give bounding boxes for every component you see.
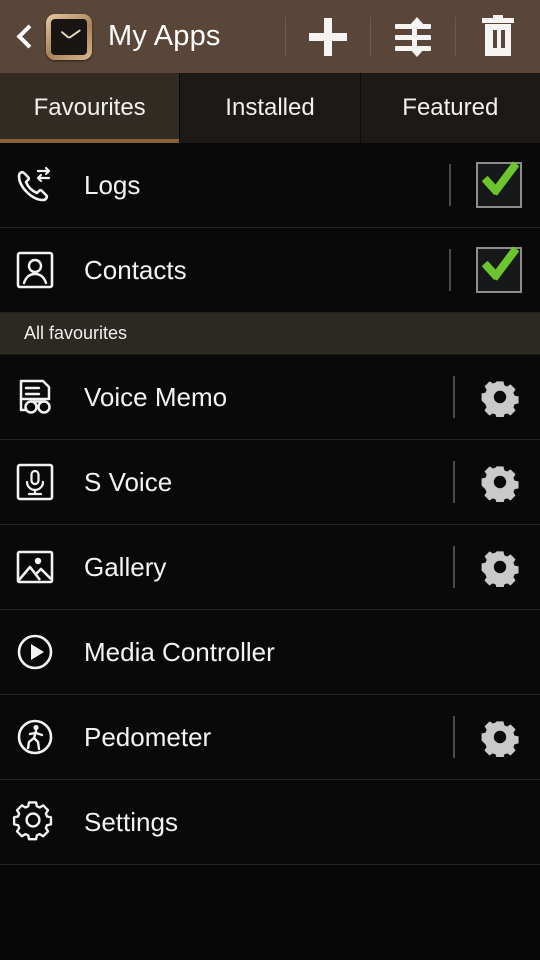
page-title: My Apps [108, 20, 221, 52]
row-divider [453, 461, 455, 503]
header-actions [285, 0, 540, 73]
list-item-trailing [449, 143, 540, 227]
back-chevron-icon [15, 24, 41, 49]
smartwatch-icon [46, 13, 92, 60]
list-item-label: Logs [84, 169, 141, 200]
list-item-contacts[interactable]: Contacts [0, 228, 540, 313]
row-divider [449, 249, 451, 291]
list-item-gallery[interactable]: Gallery [0, 525, 540, 610]
settings-gear-button[interactable] [480, 377, 520, 417]
list-item-settings[interactable]: Settings [0, 780, 540, 865]
list-item-label: Settings [84, 806, 178, 837]
app-header: My Apps [0, 0, 540, 73]
section-header-all-favourites: All favourites [0, 313, 540, 355]
list-item-label: Voice Memo [84, 381, 228, 412]
list-item-media-controller[interactable]: Media Controller [0, 610, 540, 695]
check-icon [483, 245, 523, 285]
check-icon [483, 160, 523, 200]
back-button[interactable] [0, 0, 44, 73]
delete-button[interactable] [456, 0, 540, 73]
list-item-label: Gallery [84, 551, 167, 582]
row-divider [453, 716, 455, 758]
list-item-trailing [453, 355, 540, 439]
list-item-pedometer[interactable]: Pedometer [0, 695, 540, 780]
add-button[interactable] [286, 0, 370, 73]
list-item-trailing [449, 228, 540, 312]
smartwatch-face [51, 18, 87, 55]
reorder-button[interactable] [371, 0, 455, 73]
call-logs-icon [12, 162, 58, 208]
row-divider [453, 376, 455, 418]
media-controller-icon [12, 629, 58, 675]
trash-icon [482, 14, 514, 56]
list-item-logs[interactable]: Logs [0, 143, 540, 228]
list-item-label: Contacts [84, 254, 187, 285]
favourite-checkbox[interactable] [476, 247, 522, 293]
list-item-trailing [453, 525, 540, 609]
voice-memo-icon [12, 374, 58, 420]
list-item-label: Pedometer [84, 721, 212, 752]
tab-label: Installed [225, 94, 315, 121]
reorder-icon [393, 16, 433, 57]
tab-bar: Favourites Installed Featured [0, 73, 540, 143]
settings-gear-button[interactable] [480, 462, 520, 502]
list-item-label: Media Controller [84, 636, 275, 667]
favourite-checkbox[interactable] [476, 162, 522, 208]
tab-favourites[interactable]: Favourites [0, 73, 181, 143]
list-item-trailing [453, 695, 540, 779]
gallery-icon [12, 544, 58, 590]
app-list: Logs Contacts All favourites Voice Memo … [0, 143, 540, 865]
list-item-label: S Voice [84, 466, 173, 497]
settings-gear-button[interactable] [480, 547, 520, 587]
section-header-label: All favourites [24, 323, 128, 343]
tab-featured[interactable]: Featured [361, 73, 540, 143]
contacts-icon [12, 247, 58, 293]
tab-label: Featured [402, 94, 499, 121]
list-item-voice-memo[interactable]: Voice Memo [0, 355, 540, 440]
row-divider [453, 546, 455, 588]
settings-gear-button[interactable] [480, 717, 520, 757]
plus-icon [309, 17, 347, 56]
list-item-s-voice[interactable]: S Voice [0, 440, 540, 525]
tab-installed[interactable]: Installed [180, 73, 361, 143]
row-divider [449, 164, 451, 206]
tab-label: Favourites [33, 94, 146, 121]
list-item-trailing [453, 440, 540, 524]
pedometer-icon [12, 714, 58, 760]
s-voice-icon [12, 459, 58, 505]
settings-gear-icon [12, 799, 58, 845]
